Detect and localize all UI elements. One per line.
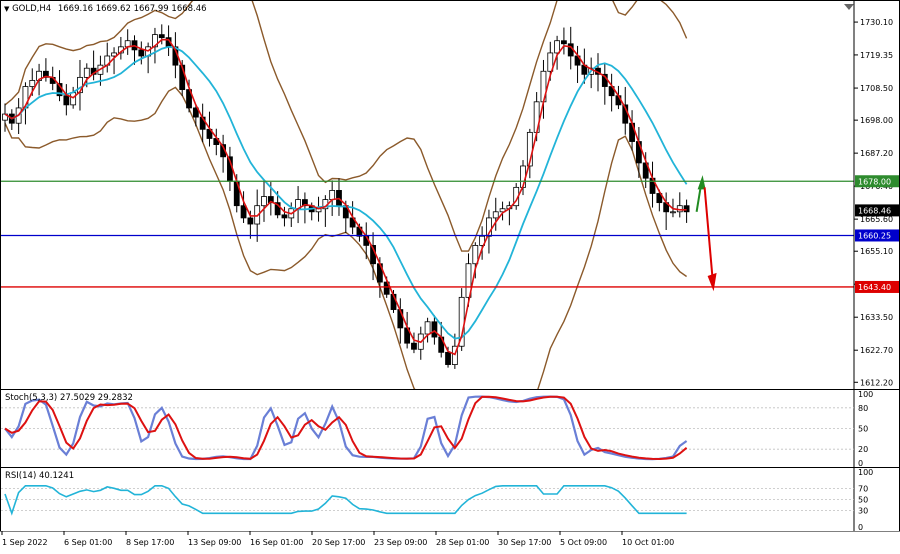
time-tick-label: 1 Sep 2022 <box>2 538 48 547</box>
price-chart: 1730.101719.351708.501698.001687.201676.… <box>1 1 899 389</box>
candle-body <box>29 80 36 87</box>
osc-tick-label: 50 <box>858 496 868 505</box>
candle-body <box>411 342 417 350</box>
time-tick-label: 5 Oct 09:00 <box>560 538 607 547</box>
stochastic-chart: 100 80 50 20 0 <box>1 390 873 467</box>
candle-body <box>158 34 165 39</box>
price-tick-label: 1612.20 <box>860 378 893 387</box>
candle-body <box>670 211 676 214</box>
candle-body <box>240 205 247 219</box>
price-tick-label: 1730.10 <box>860 18 893 27</box>
level-price-label: 1678.00 <box>858 177 891 186</box>
stochastic-pane[interactable]: 100 80 50 20 0 Stoch(5,3,3) 27.5029 29.2832 <box>0 389 900 468</box>
price-tick-label: 1655.10 <box>860 247 893 256</box>
candle-body <box>431 321 438 338</box>
stochastic-label: Stoch(5,3,3) 27.5029 29.2832 <box>5 393 133 403</box>
price-tick-label: 1633.50 <box>860 313 893 322</box>
osc-tick-label: 100 <box>858 390 873 399</box>
osc-tick-label: 0 <box>858 459 863 467</box>
ohlc-values: 1669.16 1669.62 1667.99 1668.46 <box>57 4 207 14</box>
rsi-chart: 100 70 50 30 0 <box>1 468 873 531</box>
time-tick-label: 6 Sep 01:00 <box>64 538 112 547</box>
up-arrow-icon <box>695 187 702 212</box>
osc-tick-label: 0 <box>858 523 863 531</box>
chart-header: ▼ GOLD,H4 1669.16 1669.62 1667.99 1668.4… <box>4 4 207 14</box>
candle-body <box>63 95 70 106</box>
osc-tick-label: 50 <box>858 425 868 434</box>
level-price-label: 1643.40 <box>858 283 891 292</box>
candle-body <box>561 40 567 45</box>
fast-ma-line <box>4 38 687 356</box>
candle-body <box>329 190 336 200</box>
candle-body <box>70 92 77 106</box>
level-price-label: 1660.25 <box>858 231 891 240</box>
osc-tick-label: 70 <box>858 485 868 494</box>
time-tick-label: 13 Sep 09:00 <box>188 538 241 547</box>
candle-body <box>281 214 288 219</box>
candle-body <box>445 351 451 365</box>
up-arrowhead-icon <box>697 175 706 190</box>
time-tick-label: 28 Sep 01:00 <box>436 538 489 547</box>
candle-body <box>247 217 254 225</box>
price-tick-label: 1622.70 <box>860 346 893 355</box>
time-tick-label: 30 Sep 17:00 <box>498 538 551 547</box>
slow-ma-line <box>4 45 688 340</box>
candle-body <box>472 245 479 265</box>
candle-body <box>554 40 560 54</box>
price-tick-label: 1698.00 <box>860 116 893 125</box>
time-tick-label: 23 Sep 09:00 <box>374 538 427 547</box>
candle-body <box>83 67 90 78</box>
collapse-triangle-icon[interactable]: ▼ <box>4 5 9 13</box>
symbol-label: GOLD,H4 <box>12 4 52 14</box>
candle-body <box>424 321 431 335</box>
price-tick-label: 1665.60 <box>860 215 893 224</box>
candle-body <box>683 205 690 213</box>
rsi-label: RSI(14) 40.1241 <box>5 471 75 481</box>
price-tick-label: 1687.20 <box>860 149 893 158</box>
stoch-signal-line <box>4 395 688 461</box>
rsi-pane[interactable]: 100 70 50 30 0 RSI(14) 40.1241 <box>0 467 900 532</box>
osc-tick-label: 80 <box>858 404 868 413</box>
bollinger-lower-line <box>4 86 688 389</box>
price-tick-label: 1708.50 <box>860 84 893 93</box>
candle-body <box>261 196 267 207</box>
osc-tick-label: 30 <box>858 507 868 516</box>
price-tick-label: 1719.35 <box>860 51 893 60</box>
candle-body <box>492 211 499 219</box>
candle-body <box>138 49 145 57</box>
time-tick-label: 16 Sep 01:00 <box>250 538 303 547</box>
main-chart-pane[interactable]: 1730.101719.351708.501698.001687.201676.… <box>0 0 900 390</box>
time-tick-label: 8 Sep 17:00 <box>126 538 174 547</box>
down-arrowhead-icon <box>707 272 717 292</box>
time-tick-label: 20 Sep 17:00 <box>312 538 365 547</box>
osc-tick-label: 100 <box>858 468 873 477</box>
time-axis: 1 Sep 2022 6 Sep 01:00 8 Sep 17:00 13 Sep 0… <box>0 531 900 554</box>
current-price-label: 1668.46 <box>858 206 891 215</box>
shift-marker-icon[interactable] <box>844 4 854 10</box>
down-arrow-icon <box>703 187 714 280</box>
time-tick-label: 10 Oct 01:00 <box>622 538 674 547</box>
osc-tick-label: 20 <box>858 445 868 454</box>
